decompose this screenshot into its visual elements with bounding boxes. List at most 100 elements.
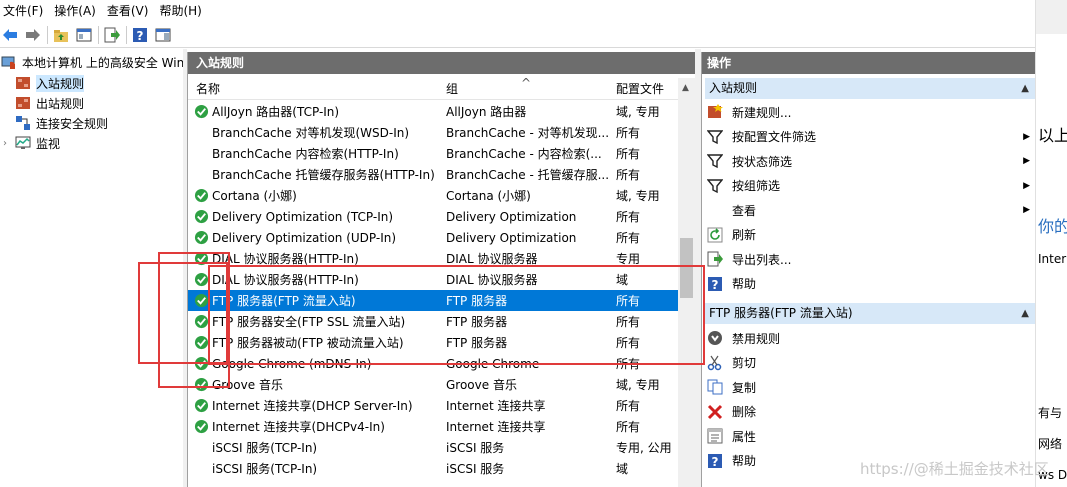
monitoring-icon: [15, 135, 31, 151]
rule-name-cell: Internet 连接共享(DHCPv4-In): [212, 420, 385, 434]
collapse-up-icon[interactable]: ▲: [1021, 303, 1029, 324]
table-row[interactable]: Internet 连接共享(DHCP Server-In) Internet 连接…: [188, 395, 678, 416]
rule-name-cell: Groove 音乐: [212, 378, 283, 392]
action-group-selected-rule[interactable]: FTP 服务器(FTP 流量入站) ▲: [705, 303, 1035, 324]
action-item[interactable]: 属性: [707, 425, 1035, 447]
table-row[interactable]: Delivery Optimization (UDP-In) Delivery O…: [188, 227, 678, 248]
action-item[interactable]: 复制: [707, 376, 1035, 398]
action-item-label: 禁用规则: [732, 331, 781, 346]
action-item[interactable]: 导出列表...: [707, 248, 1035, 270]
rule-group-cell: Delivery Optimization: [446, 209, 577, 224]
enabled-check-icon: [194, 419, 210, 435]
firewall-root-icon: [1, 54, 17, 70]
enabled-check-icon: [194, 398, 210, 414]
table-row[interactable]: Delivery Optimization (TCP-In) Delivery O…: [188, 206, 678, 227]
background-text: 网络 1: [1038, 437, 1067, 451]
actions-pane: 操作 入站规则 ▲ 新建规则... 按配置文件筛选 ▶ 按状态筛选 ▶ 按组筛选 ▶ 查看 ▶ 刷…: [701, 52, 1035, 487]
disabled-blank-icon: [194, 440, 210, 456]
column-header-group[interactable]: 组: [446, 80, 458, 97]
action-item-label: 删除: [732, 405, 757, 419]
annotation-box: [208, 265, 705, 365]
toolbar-separator: [47, 25, 48, 44]
action-item-label: 新建规则...: [732, 105, 792, 120]
action-group-inbound-rules[interactable]: 入站规则 ▲: [705, 78, 1035, 99]
rule-profile-cell: 域, 专用: [616, 378, 660, 392]
table-row[interactable]: iSCSI 服务(TCP-In) iSCSI 服务 专用, 公用: [188, 437, 678, 458]
tree-item-connection-security-rules[interactable]: 连接安全规则: [15, 113, 108, 133]
enabled-check-icon: [194, 230, 210, 246]
action-item[interactable]: 禁用规则: [707, 327, 1035, 349]
tree-item-outbound-rules[interactable]: 出站规则: [15, 93, 84, 113]
rule-profile-cell: 所有: [616, 147, 641, 161]
action-item-label: 按组筛选: [732, 179, 781, 193]
table-row[interactable]: Internet 连接共享(DHCPv4-In) Internet 连接共享 所有: [188, 416, 678, 437]
action-item[interactable]: 按组筛选 ▶: [706, 175, 1035, 197]
table-row[interactable]: iSCSI 服务(TCP-In) iSCSI 服务 域: [188, 458, 678, 479]
action-item-label: 查看: [732, 203, 757, 218]
menu-view[interactable]: 查看(V): [104, 0, 157, 22]
show-hide-tree-icon[interactable]: [75, 26, 93, 44]
rule-profile-cell: 所有: [616, 399, 641, 413]
action-item-label: 帮助: [732, 454, 757, 468]
rule-name-cell: Delivery Optimization (UDP-In): [212, 230, 397, 245]
action-item-label: 刷新: [732, 228, 757, 242]
disable-rule-icon: [707, 330, 723, 346]
tree-root[interactable]: 本地计算机 上的高级安全 Wind: [1, 52, 183, 72]
action-item-label: 帮助: [732, 277, 757, 291]
menu-action[interactable]: 操作(A): [51, 0, 104, 22]
filter-icon: [706, 178, 724, 194]
svg-text:?: ?: [712, 278, 719, 292]
collapse-up-icon[interactable]: ▲: [1021, 78, 1029, 99]
properties-pane-icon[interactable]: [154, 26, 172, 44]
filter-icon: [706, 153, 724, 169]
action-item[interactable]: 刷新: [707, 224, 1035, 246]
rule-name-cell: AllJoyn 路由器(TCP-In): [212, 105, 340, 119]
rule-group-cell: Delivery Optimization: [446, 230, 577, 245]
rule-profile-cell: 所有: [616, 168, 641, 182]
back-icon[interactable]: [1, 26, 19, 44]
table-row[interactable]: Cortana (小娜) Cortana (小娜) 域, 专用: [188, 185, 678, 206]
action-item[interactable]: 删除: [707, 401, 1035, 423]
action-item[interactable]: 新建规则...: [707, 101, 1035, 123]
column-header-row: 名称 ^ 组 配置文件: [188, 76, 678, 100]
action-item[interactable]: ? 帮助: [707, 273, 1035, 295]
delete-icon: [707, 404, 723, 420]
action-item[interactable]: 查看 ▶: [707, 199, 1035, 221]
up-folder-icon[interactable]: [52, 26, 70, 44]
table-row[interactable]: BranchCache 对等机发现(WSD-In) BranchCache - 对…: [188, 122, 678, 143]
export-icon[interactable]: [103, 26, 121, 44]
rule-group-cell: Groove 音乐: [446, 378, 517, 392]
chevron-right-icon[interactable]: ›: [3, 138, 15, 149]
action-item[interactable]: 剪切: [707, 352, 1035, 374]
copy-icon: [707, 379, 723, 395]
submenu-arrow-icon: ▶: [1023, 180, 1030, 191]
svg-text:?: ?: [712, 455, 719, 469]
menu-help[interactable]: 帮助(H): [156, 0, 209, 22]
tree-item-monitoring[interactable]: › 监视: [3, 133, 60, 153]
table-row[interactable]: Groove 音乐 Groove 音乐 域, 专用: [188, 374, 678, 395]
column-header-name[interactable]: 名称: [196, 80, 220, 97]
action-item-label: 导出列表...: [732, 252, 792, 267]
background-window-strip: 以上 你的 Inter 有与 网络 1 ws D: [1035, 0, 1067, 487]
scroll-up-icon[interactable]: ▲: [682, 83, 689, 93]
action-item[interactable]: 按状态筛选 ▶: [706, 150, 1035, 172]
inbound-rules-icon: [15, 75, 31, 91]
rule-profile-cell: 所有: [616, 210, 641, 224]
rule-name-cell: BranchCache 对等机发现(WSD-In): [212, 126, 410, 140]
rule-group-cell: BranchCache - 对等机发现...: [446, 126, 610, 140]
help-icon[interactable]: ?: [131, 26, 149, 44]
disabled-blank-icon: [194, 461, 210, 477]
table-row[interactable]: BranchCache 托管缓存服务器(HTTP-In) BranchCache …: [188, 164, 678, 185]
menu-file[interactable]: 文件(F): [0, 0, 51, 22]
outbound-rules-icon: [15, 95, 31, 111]
column-header-profile[interactable]: 配置文件: [616, 80, 664, 97]
background-text: 以上: [1038, 126, 1067, 145]
tree-item-inbound-rules[interactable]: 入站规则: [15, 73, 85, 93]
rule-name-cell: iSCSI 服务(TCP-In): [212, 462, 318, 476]
forward-icon[interactable]: [24, 26, 42, 44]
enabled-check-icon: [194, 188, 210, 204]
table-row[interactable]: AllJoyn 路由器(TCP-In) AllJoyn 路由器 域, 专用: [188, 101, 678, 122]
table-row[interactable]: BranchCache 内容检索(HTTP-In) BranchCache - 内…: [188, 143, 678, 164]
action-item[interactable]: 按配置文件筛选 ▶: [706, 126, 1035, 148]
submenu-arrow-icon: ▶: [1023, 205, 1030, 215]
